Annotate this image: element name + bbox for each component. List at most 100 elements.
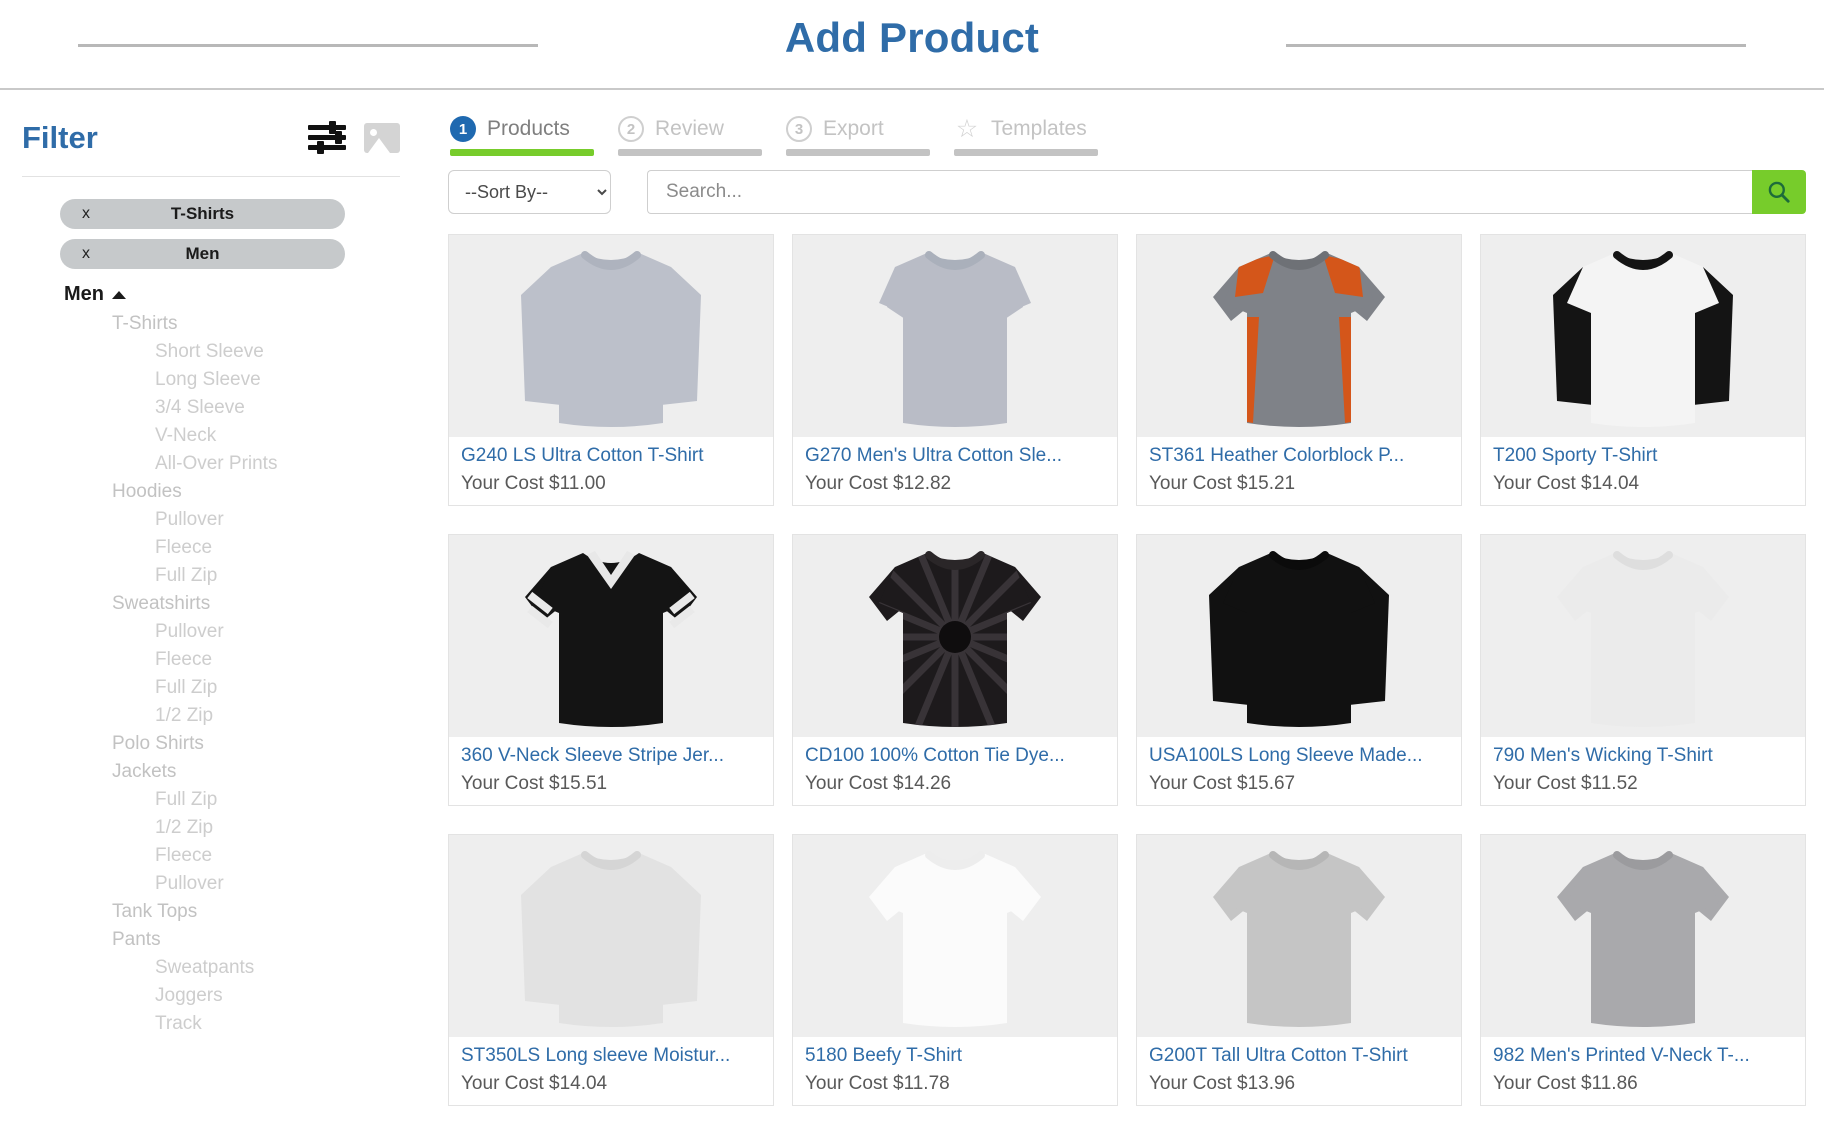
product-image-container[interactable] [1137, 535, 1461, 738]
tree-item[interactable]: Track [22, 1010, 400, 1038]
chip-remove-icon[interactable]: x [82, 205, 90, 223]
tree-root-men[interactable]: Men [22, 279, 400, 310]
product-card[interactable]: ST350LS Long sleeve Moistur... Your Cost … [448, 834, 774, 1106]
product-card[interactable]: G270 Men's Ultra Cotton Sle... Your Cost … [792, 234, 1118, 506]
product-card[interactable]: 982 Men's Printed V-Neck T-... Your Cost … [1480, 834, 1806, 1106]
product-card[interactable]: 360 V-Neck Sleeve Stripe Jer... Your Cost… [448, 534, 774, 806]
product-info: ST361 Heather Colorblock P... Your Cost $… [1137, 437, 1461, 505]
star-icon: ☆ [955, 115, 979, 143]
tab-review[interactable]: 2 Review [618, 116, 762, 156]
sort-by-select[interactable]: --Sort By-- [448, 170, 611, 214]
product-cost: Your Cost $12.82 [805, 473, 952, 494]
product-card[interactable]: G200T Tall Ultra Cotton T-Shirt Your Cost… [1136, 834, 1462, 1106]
product-image [879, 251, 1031, 428]
product-card[interactable]: CD100 100% Cotton Tie Dye... Your Cost $1… [792, 534, 1118, 806]
search-button[interactable] [1752, 170, 1806, 214]
tree-item[interactable]: Pullover [22, 870, 400, 898]
product-info: USA100LS Long Sleeve Made... Your Cost $1… [1137, 737, 1461, 805]
product-image-container[interactable] [449, 535, 773, 738]
product-title[interactable]: 360 V-Neck Sleeve Stripe Jer... [461, 744, 761, 768]
filter-chip[interactable]: x Men [60, 239, 345, 269]
tree-item[interactable]: Short Sleeve [22, 338, 400, 366]
tab-label: Products [487, 117, 570, 140]
product-title[interactable]: CD100 100% Cotton Tie Dye... [805, 744, 1105, 768]
tree-item[interactable]: Joggers [22, 982, 400, 1010]
tree-item[interactable]: Long Sleeve [22, 366, 400, 394]
chip-label: T-Shirts [170, 204, 235, 223]
tree-item[interactable]: Full Zip [22, 562, 400, 590]
product-title[interactable]: 982 Men's Printed V-Neck T-... [1493, 1044, 1793, 1068]
product-image-container[interactable] [1481, 235, 1805, 438]
tree-item[interactable]: Polo Shirts [22, 730, 400, 758]
tree-item[interactable]: Hoodies [22, 478, 400, 506]
product-image [1557, 851, 1729, 1028]
product-image-container[interactable] [793, 235, 1117, 438]
product-title[interactable]: T200 Sporty T-Shirt [1493, 444, 1793, 468]
product-card[interactable]: ST361 Heather Colorblock P... Your Cost $… [1136, 234, 1462, 506]
product-title[interactable]: ST361 Heather Colorblock P... [1149, 444, 1449, 468]
tree-item[interactable]: 1/2 Zip [22, 702, 400, 730]
product-image-container[interactable] [449, 235, 773, 438]
product-card[interactable]: T200 Sporty T-Shirt Your Cost $14.04 [1480, 234, 1806, 506]
product-cost: Your Cost $14.04 [461, 1073, 608, 1094]
tree-item[interactable]: Fleece [22, 646, 400, 674]
chip-remove-icon[interactable]: x [82, 245, 90, 263]
product-image-container[interactable] [1137, 235, 1461, 438]
tree-item[interactable]: Pullover [22, 506, 400, 534]
tree-item[interactable]: All-Over Prints [22, 450, 400, 478]
image-icon[interactable] [364, 123, 400, 153]
tree-item[interactable]: Sweatpants [22, 954, 400, 982]
tab-export[interactable]: 3 Export [786, 116, 930, 156]
active-filter-chips: x T-Shirts x Men [22, 199, 400, 269]
tab-products[interactable]: 1 Products [450, 116, 594, 156]
tree-item[interactable]: Tank Tops [22, 898, 400, 926]
tree-item[interactable]: 1/2 Zip [22, 814, 400, 842]
product-title[interactable]: 5180 Beefy T-Shirt [805, 1044, 1105, 1068]
product-cost: Your Cost $11.78 [805, 1073, 950, 1094]
wizard-tabs: 1 Products 2 Review 3 Export ☆ Templates [448, 116, 1806, 156]
product-title[interactable]: 790 Men's Wicking T-Shirt [1493, 744, 1793, 768]
product-card[interactable]: USA100LS Long Sleeve Made... Your Cost $1… [1136, 534, 1462, 806]
sliders-icon[interactable] [308, 121, 346, 154]
product-info: ST350LS Long sleeve Moistur... Your Cost … [449, 1037, 773, 1105]
tab-templates[interactable]: ☆ Templates [954, 116, 1098, 156]
product-image-container[interactable] [1481, 535, 1805, 738]
product-info: 5180 Beefy T-Shirt Your Cost $11.78 [793, 1037, 1117, 1105]
chip-label: Men [185, 244, 220, 263]
product-info: 982 Men's Printed V-Neck T-... Your Cost … [1481, 1037, 1805, 1105]
product-image-container[interactable] [449, 835, 773, 1038]
product-card[interactable]: 790 Men's Wicking T-Shirt Your Cost $11.5… [1480, 534, 1806, 806]
product-title[interactable]: G240 LS Ultra Cotton T-Shirt [461, 444, 761, 468]
product-image [521, 851, 701, 1028]
product-cost: Your Cost $11.52 [1493, 773, 1638, 794]
tree-item[interactable]: Pants [22, 926, 400, 954]
tab-label: Templates [991, 117, 1087, 140]
tree-children: T-Shirts Short Sleeve Long Sleeve 3/4 Sleev… [22, 310, 400, 1038]
tree-item[interactable]: Fleece [22, 534, 400, 562]
filter-sidebar: Filter x T-Shirts x Men Men T-Shirts Short S… [0, 90, 448, 1147]
tree-item[interactable]: Full Zip [22, 674, 400, 702]
product-title[interactable]: G270 Men's Ultra Cotton Sle... [805, 444, 1105, 468]
product-info: G240 LS Ultra Cotton T-Shirt Your Cost $1… [449, 437, 773, 505]
tree-item[interactable]: 3/4 Sleeve [22, 394, 400, 422]
product-card[interactable]: 5180 Beefy T-Shirt Your Cost $11.78 [792, 834, 1118, 1106]
tree-item[interactable]: Jackets [22, 758, 400, 786]
tree-item[interactable]: V-Neck [22, 422, 400, 450]
tree-item[interactable]: Fleece [22, 842, 400, 870]
search-input[interactable] [647, 170, 1752, 214]
toolbar-controls: --Sort By-- [448, 170, 1806, 214]
search-icon [1768, 181, 1790, 203]
tree-item[interactable]: Sweatshirts [22, 590, 400, 618]
product-title[interactable]: G200T Tall Ultra Cotton T-Shirt [1149, 1044, 1449, 1068]
tree-item[interactable]: Full Zip [22, 786, 400, 814]
product-image-container[interactable] [793, 835, 1117, 1038]
product-image-container[interactable] [793, 535, 1117, 738]
product-title[interactable]: ST350LS Long sleeve Moistur... [461, 1044, 761, 1068]
product-image-container[interactable] [1481, 835, 1805, 1038]
product-card[interactable]: G240 LS Ultra Cotton T-Shirt Your Cost $1… [448, 234, 774, 506]
product-image-container[interactable] [1137, 835, 1461, 1038]
tree-item[interactable]: T-Shirts [22, 310, 400, 338]
filter-chip[interactable]: x T-Shirts [60, 199, 345, 229]
tree-item[interactable]: Pullover [22, 618, 400, 646]
product-title[interactable]: USA100LS Long Sleeve Made... [1149, 744, 1449, 768]
